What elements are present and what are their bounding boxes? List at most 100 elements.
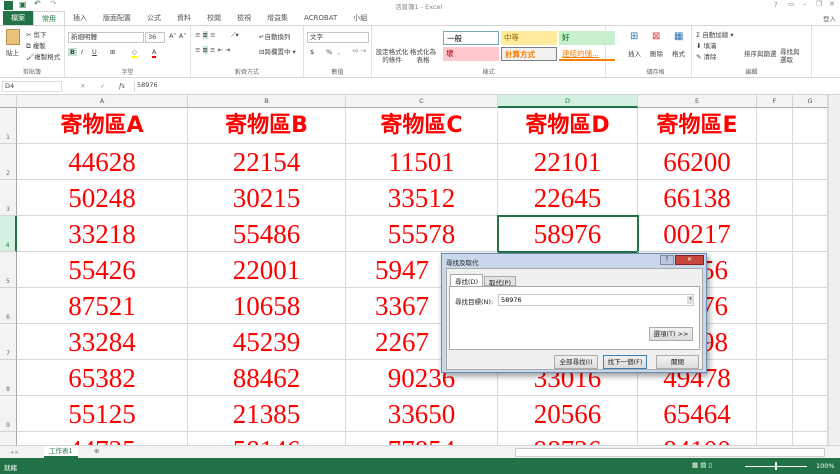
style-normal[interactable]: 一般 (443, 31, 499, 45)
column-header[interactable]: A (17, 95, 188, 108)
tab-file[interactable]: 檔案 (3, 11, 33, 25)
cell[interactable] (757, 288, 793, 324)
undo-icon[interactable]: ↶ (34, 0, 41, 8)
horizontal-scrollbar[interactable] (515, 448, 825, 457)
cell[interactable]: 87521 (17, 288, 188, 324)
cell[interactable]: 寄物區B (188, 108, 346, 144)
align-left-button[interactable]: ≡ ≡ ≡ ⇤ ⇥ (195, 46, 231, 54)
cell[interactable] (793, 108, 828, 144)
align-top-button[interactable]: ≡ ≡ ≡ (195, 31, 215, 39)
cell[interactable]: 55578 (346, 216, 498, 252)
dialog-help-button[interactable]: ? (660, 255, 674, 265)
sign-in-link[interactable]: 登入 (823, 13, 836, 23)
cell[interactable]: 44725 (17, 432, 188, 445)
style-good[interactable]: 好 (559, 31, 615, 45)
sort-filter-button[interactable]: 排序與篩選 (744, 48, 777, 58)
tab-replace[interactable]: 取代(P) (484, 276, 516, 287)
cell[interactable]: 22154 (188, 144, 346, 180)
tab-insert[interactable]: 插入 (65, 11, 95, 25)
row-header[interactable]: 7 (0, 324, 17, 360)
insert-function-icon[interactable]: fx (119, 82, 125, 90)
ribbon-display-icon[interactable]: ▭ (788, 0, 795, 8)
cell[interactable] (757, 144, 793, 180)
cell[interactable]: 58146 (188, 432, 346, 445)
cell[interactable]: 84100 (638, 432, 757, 445)
style-linked-cell[interactable]: 連結的儲... (559, 47, 615, 61)
bold-button[interactable]: B (68, 48, 77, 56)
cell[interactable]: 98736 (498, 432, 638, 445)
grow-font-button[interactable]: A˄ A˅ (169, 32, 186, 40)
find-what-input[interactable]: 58976 (498, 294, 694, 306)
cell[interactable] (757, 396, 793, 432)
find-next-button[interactable]: 找下一個(F) (603, 355, 647, 369)
format-as-table-button[interactable]: 格式化為表格 (410, 48, 436, 64)
row-header[interactable]: 1 (0, 108, 17, 144)
tab-review[interactable]: 校閱 (199, 11, 229, 25)
fill-button[interactable]: ⬇ 填滿 (696, 40, 717, 50)
italic-button[interactable]: I (81, 48, 83, 56)
cut-button[interactable]: ✂ 剪下 (26, 29, 47, 39)
number-format-select[interactable]: 文字 (307, 32, 369, 43)
cell[interactable]: 10658 (188, 288, 346, 324)
sheet-tab-1[interactable]: 工作表1 (44, 446, 78, 458)
cell[interactable] (757, 432, 793, 445)
cell[interactable] (757, 324, 793, 360)
column-header[interactable]: B (188, 95, 346, 108)
cancel-icon[interactable]: ✕ (80, 82, 85, 90)
cell[interactable]: 22001 (188, 252, 346, 288)
find-all-button[interactable]: 全部尋找(I) (554, 355, 598, 369)
find-history-dropdown[interactable]: ▾ (687, 296, 694, 304)
font-name-select[interactable]: 新細明體 (68, 32, 144, 43)
cell[interactable]: 66200 (638, 144, 757, 180)
cell[interactable]: 寄物區C (346, 108, 498, 144)
font-size-select[interactable]: 36 (145, 32, 165, 43)
cell[interactable]: 33218 (17, 216, 188, 252)
cell[interactable] (757, 108, 793, 144)
column-header[interactable]: D (498, 95, 638, 108)
select-all-corner[interactable] (0, 95, 17, 108)
comma-button[interactable]: , (338, 48, 340, 56)
cell[interactable] (793, 288, 828, 324)
cell[interactable]: 20566 (498, 396, 638, 432)
cell[interactable]: 65464 (638, 396, 757, 432)
style-neutral[interactable]: 中等 (501, 31, 557, 45)
formula-input[interactable]: 58976 (134, 81, 828, 92)
cell[interactable]: 65382 (17, 360, 188, 396)
row-header[interactable]: 5 (0, 252, 17, 288)
tab-team[interactable]: 小組 (345, 11, 375, 25)
cell[interactable]: 44628 (17, 144, 188, 180)
name-box[interactable]: D4 (2, 81, 62, 92)
cell[interactable] (793, 432, 828, 445)
cell[interactable] (793, 396, 828, 432)
cell[interactable]: 22645 (498, 180, 638, 216)
column-header[interactable]: G (793, 95, 828, 108)
delete-button[interactable]: 刪除 (650, 48, 663, 58)
tab-find[interactable]: 尋找(D) (450, 274, 484, 286)
new-sheet-icon[interactable]: ⊕ (94, 447, 99, 455)
merge-center-button[interactable]: ⊟跨欄置中 ▾ (259, 46, 296, 56)
wrap-text-button[interactable]: ↵自動換列 (259, 31, 290, 41)
cell[interactable]: 58976 (497, 215, 639, 253)
tab-page-layout[interactable]: 版面配置 (95, 11, 139, 25)
cell[interactable]: 30215 (188, 180, 346, 216)
border-button[interactable]: ⊞ (110, 48, 115, 56)
tab-data[interactable]: 資料 (169, 11, 199, 25)
paste-button[interactable]: 貼上 (6, 47, 19, 57)
cell[interactable]: 寄物區E (638, 108, 757, 144)
cell[interactable]: 50248 (17, 180, 188, 216)
row-header[interactable]: 3 (0, 180, 17, 216)
column-header[interactable]: E (638, 95, 757, 108)
tab-view[interactable]: 檢視 (229, 11, 259, 25)
cell[interactable]: 55426 (17, 252, 188, 288)
autosum-button[interactable]: Σ 自動加總 ▾ (696, 29, 734, 39)
zoom-slider-thumb[interactable] (775, 462, 777, 470)
tab-home[interactable]: 常用 (33, 11, 65, 25)
format-painter-button[interactable]: 🖌複製格式 (26, 51, 60, 61)
cell[interactable]: 寄物區A (17, 108, 188, 144)
format-button[interactable]: 格式 (672, 48, 685, 58)
cell[interactable]: 88462 (188, 360, 346, 396)
copy-button[interactable]: ⧉ 複製 (26, 40, 46, 51)
cell[interactable] (793, 360, 828, 396)
row-header[interactable]: 9 (0, 396, 17, 432)
save-icon[interactable]: ▣ (19, 0, 27, 9)
